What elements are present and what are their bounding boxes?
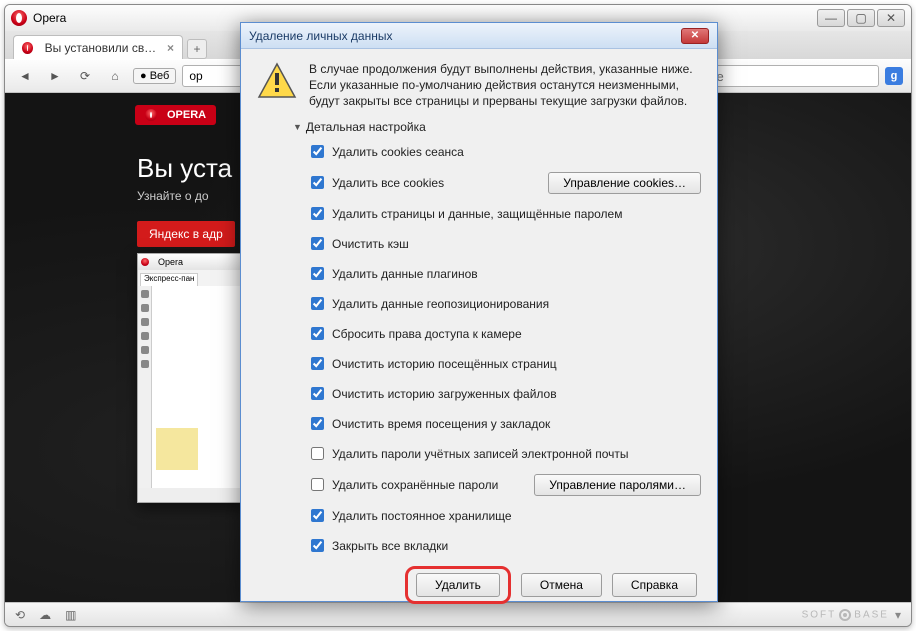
page-subhead: Узнайте о до	[137, 189, 209, 203]
search-input[interactable]	[699, 65, 879, 87]
sync-icon[interactable]: ⟲	[15, 608, 25, 622]
cancel-button[interactable]: Отмена	[521, 573, 602, 597]
cloud-icon[interactable]: ☁	[39, 608, 51, 622]
dialog-close-button[interactable]: ✕	[681, 28, 709, 44]
dialog-warning-text: В случае продолжения будут выполнены дей…	[309, 61, 701, 110]
option-row: Удалить cookies сеанса	[311, 142, 701, 162]
option-label: Удалить сохранённые пароли	[332, 478, 498, 492]
option-checkbox[interactable]	[311, 539, 324, 552]
option-checkbox[interactable]	[311, 509, 324, 522]
option-row: Очистить кэш	[311, 234, 701, 254]
option-checkbox[interactable]	[311, 207, 324, 220]
option-row: Очистить историю посещённых страниц	[311, 354, 701, 374]
option-checkbox[interactable]	[311, 417, 324, 430]
option-label: Закрыть все вкладки	[332, 539, 448, 553]
option-checkbox[interactable]	[311, 327, 324, 340]
tab-active[interactable]: Вы установили свежу… ×	[13, 35, 183, 59]
minimize-button[interactable]: —	[817, 9, 845, 27]
option-row: Удалить данные геопозиционирования	[311, 294, 701, 314]
preview-statusbar	[138, 488, 246, 502]
yandex-button[interactable]: Яндекс в адр	[137, 221, 235, 247]
option-label: Удалить данные геопозиционирования	[332, 297, 549, 311]
warning-icon	[257, 61, 297, 101]
preview-titlebar: Opera	[138, 254, 246, 270]
option-checkbox[interactable]	[311, 297, 324, 310]
delete-button[interactable]: Удалить	[416, 573, 500, 597]
option-row: Удалить пароли учётных записей электронн…	[311, 444, 701, 464]
option-label: Удалить пароли учётных записей электронн…	[332, 447, 629, 461]
option-row: Удалить сохранённые пароли Управление пар…	[311, 474, 701, 496]
option-label: Очистить время посещения у закладок	[332, 417, 550, 431]
option-checkbox[interactable]	[311, 357, 324, 370]
option-row: Сбросить права доступа к камере	[311, 324, 701, 344]
preview-body	[152, 286, 246, 488]
watermark-o-icon	[839, 609, 851, 621]
back-button[interactable]: ◄	[13, 64, 37, 88]
manage-passwords-button[interactable]: Управление паролями…	[534, 474, 701, 496]
maximize-button[interactable]: ▢	[847, 9, 875, 27]
option-label: Очистить историю посещённых страниц	[332, 357, 557, 371]
option-label: Очистить историю загруженных файлов	[332, 387, 557, 401]
option-checkbox[interactable]	[311, 447, 324, 460]
manage-cookies-button[interactable]: Управление cookies…	[548, 172, 701, 194]
option-label: Удалить постоянное хранилище	[332, 509, 512, 523]
option-row: Удалить страницы и данные, защищённые па…	[311, 204, 701, 224]
option-row: Очистить время посещения у закладок	[311, 414, 701, 434]
option-row: Очистить историю загруженных файлов	[311, 384, 701, 404]
new-tab-button[interactable]: +	[187, 39, 207, 59]
opera-logo-icon	[11, 10, 27, 26]
watermark: SOFTBASE	[802, 609, 889, 621]
option-checkbox[interactable]	[311, 176, 324, 189]
option-checkbox[interactable]	[311, 237, 324, 250]
dialog-button-row: Удалить Отмена Справка	[257, 566, 701, 604]
delete-private-data-dialog: Удаление личных данных ✕ В случае продол…	[240, 22, 718, 602]
option-checkbox[interactable]	[311, 267, 324, 280]
dialog-title: Удаление личных данных	[249, 29, 392, 43]
address-badge[interactable]: ● Веб	[133, 68, 176, 84]
option-row: Удалить все cookies Управление cookies…	[311, 172, 701, 194]
tab-title: Вы установили свежу…	[45, 41, 161, 55]
panel-icon[interactable]: ▥	[65, 608, 76, 622]
option-label: Удалить страницы и данные, защищённые па…	[332, 207, 622, 221]
highlight-ring: Удалить	[405, 566, 511, 604]
opera-logo-icon	[145, 109, 157, 121]
page-headline: Вы уста	[137, 153, 232, 184]
option-label: Удалить все cookies	[332, 176, 444, 190]
option-label: Удалить данные плагинов	[332, 267, 478, 281]
tab-close-icon[interactable]: ×	[167, 41, 174, 55]
opera-logo-icon	[22, 42, 33, 54]
option-checkbox[interactable]	[311, 478, 324, 491]
window-title: Opera	[33, 11, 66, 25]
option-checkbox[interactable]	[311, 387, 324, 400]
detail-toggle[interactable]: ▼ Детальная настройка	[293, 120, 701, 134]
help-button[interactable]: Справка	[612, 573, 697, 597]
option-label: Сбросить права доступа к камере	[332, 327, 522, 341]
zoom-icon[interactable]: ▾	[895, 608, 901, 622]
forward-button[interactable]: ►	[43, 64, 67, 88]
preview-tab: Экспресс-пан	[140, 273, 198, 287]
opera-logo-icon	[141, 258, 149, 266]
reload-button[interactable]: ⟳	[73, 64, 97, 88]
option-label: Удалить cookies сеанса	[332, 145, 464, 159]
home-button[interactable]: ⌂	[103, 64, 127, 88]
window-close-button[interactable]: ✕	[877, 9, 905, 27]
dialog-titlebar: Удаление личных данных ✕	[241, 23, 717, 49]
preview-note	[156, 428, 198, 470]
option-checkbox[interactable]	[311, 145, 324, 158]
option-row: Удалить данные плагинов	[311, 264, 701, 284]
option-label: Очистить кэш	[332, 237, 409, 251]
preview-window: Opera Экспресс-пан	[137, 253, 247, 503]
option-row: Закрыть все вкладки	[311, 536, 701, 556]
opera-brand-badge: OPERA	[135, 105, 216, 125]
options-list: Удалить cookies сеанса Удалить все cookie…	[311, 142, 701, 556]
chevron-down-icon: ▼	[293, 122, 302, 132]
preview-sidebar	[138, 286, 152, 488]
google-app-icon[interactable]	[885, 67, 903, 85]
option-row: Удалить постоянное хранилище	[311, 506, 701, 526]
